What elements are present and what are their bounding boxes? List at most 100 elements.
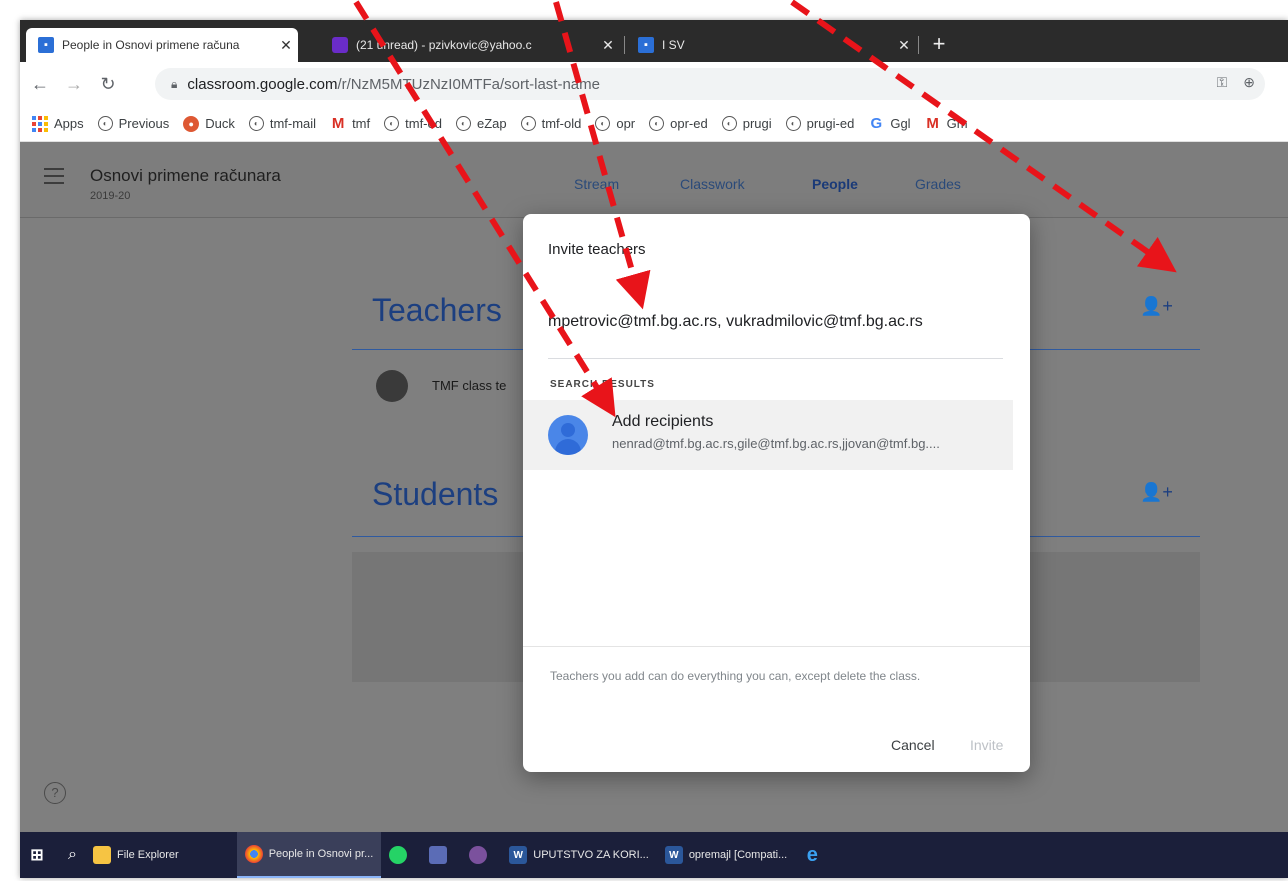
bookmark-label: prugi-ed [806,116,855,131]
search-button[interactable]: ⌕ [60,832,85,878]
input-underline [548,358,1003,359]
class-name[interactable]: Osnovi primene računara [90,166,281,186]
taskbar-word-uputstvo[interactable]: W UPUTSTVO ZA KORI... [501,832,657,878]
invite-students-icon[interactable]: 👤+ [1140,482,1173,503]
globe-icon: ◐ [97,116,113,131]
bookmark-prugi-ed[interactable]: ◐ prugi-ed [785,116,855,131]
bookmark-opr-ed[interactable]: ◐ opr-ed [649,116,708,131]
back-arrow-icon[interactable]: ← [26,70,54,98]
globe-icon: ◐ [520,116,536,131]
students-heading: Students [372,476,499,512]
bookmark-label: Ggl [890,116,911,131]
search-results-label: SEARCH RESULTS [550,379,655,390]
result-emails: nenrad@tmf.bg.ac.rs,gile@tmf.bg.ac.rs,jj… [612,436,940,451]
tab-separator [918,36,919,54]
taskbar-file-explorer[interactable]: File Explorer [85,832,187,878]
globe-icon: ◐ [721,116,737,131]
class-section: 2019-20 [90,190,131,202]
taskbar-label: opremajl [Compati... [688,849,788,861]
bookmark-tmf[interactable]: Mtmf [330,115,370,132]
taskbar-edge[interactable]: e [795,832,835,878]
gmail-icon: M [331,115,345,132]
apps-grid-icon [32,115,48,132]
bookmark-duck[interactable]: ● Duck [183,115,235,132]
bookmark-label: tmf-mail [269,116,317,131]
globe-icon: ◐ [595,116,611,131]
address-bar[interactable]: 🔒︎ classroom.google.com/r/NzM5MTUzNzI0MT… [155,68,1265,100]
bookmark-opr[interactable]: ◐ opr [595,116,635,131]
close-tab-icon[interactable]: ✕ [892,37,916,54]
tab-isv[interactable]: ▪ I SV ✕ [626,28,916,62]
key-icon[interactable]: ⚿ [1217,74,1228,91]
classroom-icon: ▪ [638,37,654,53]
bookmark-label: prugi [742,116,772,131]
tab-grades[interactable]: Grades [915,176,961,192]
screenshot-frame: ▪ People in Osnovi primene računa ✕ (21 … [20,20,1288,878]
windows-logo-icon: ⊞ [30,847,44,864]
bookmark-ggl[interactable]: G Ggl [868,115,911,132]
dialog-note: Teachers you add can do everything you c… [550,669,921,683]
gmail-icon: M [926,115,939,132]
recipients-input[interactable] [548,308,1004,336]
bookmark-previous[interactable]: ◐ Previous [97,116,169,131]
url-host: classroom.google.com [187,75,338,93]
tab-stream[interactable]: Stream [574,176,619,192]
avatar [376,370,408,402]
zoom-icon[interactable]: ⊕ [1243,74,1255,91]
bookmark-label: eZap [476,116,507,131]
viber-icon [469,846,488,864]
tab-title: (21 unread) - pzivkovic@yahoo.c [356,38,532,52]
invite-button[interactable]: Invite [970,737,1003,753]
tab-separator [624,36,625,54]
globe-icon: ◐ [384,116,400,131]
bookmark-tmf-mail[interactable]: ◐ tmf-mail [248,116,317,131]
help-icon[interactable]: ? [44,782,66,804]
folder-icon [92,846,111,864]
new-tab-button[interactable]: + [924,30,954,58]
bookmark-tmf-old[interactable]: ◐ tmf-old [520,116,581,131]
duckduckgo-icon: ● [183,115,200,132]
bookmark-label: Gm [946,116,968,131]
taskbar-whatsapp[interactable] [381,832,421,878]
bookmark-label: opr-ed [670,116,708,131]
tab-people[interactable]: ▪ People in Osnovi primene računa ✕ [26,28,298,62]
globe-icon: ◐ [455,116,471,131]
whatsapp-icon [389,846,408,864]
bookmark-apps[interactable]: Apps [32,115,84,132]
tab-people[interactable]: People [812,176,858,192]
dialog-title: Invite teachers [548,241,646,258]
invite-teachers-icon[interactable]: 👤+ [1140,296,1173,317]
forward-arrow-icon[interactable]: → [60,70,88,98]
person-avatar-icon [548,415,588,455]
hamburger-menu-icon[interactable] [44,168,64,184]
taskbar-chrome[interactable]: People in Osnovi pr... [236,832,382,878]
taskbar-store[interactable] [421,832,461,878]
teacher-name: TMF class te [432,378,507,393]
taskbar-viber[interactable] [461,832,501,878]
close-tab-icon[interactable]: ✕ [274,37,298,54]
bookmark-prugi[interactable]: ◐ prugi [721,116,772,131]
cancel-button[interactable]: Cancel [891,737,935,753]
chrome-icon [244,845,263,863]
classroom-icon: ▪ [38,37,54,53]
bookmark-tmf-ed[interactable]: ◐ tmf-ed [384,116,442,131]
globe-icon: ◐ [248,116,264,131]
start-button[interactable]: ⊞ [20,832,60,878]
yahoo-mail-icon [332,37,348,53]
footer-divider [523,646,1030,647]
store-icon [429,846,448,864]
tab-yahoo-mail[interactable]: (21 unread) - pzivkovic@yahoo.c ✕ [320,28,620,62]
bookmark-ezap[interactable]: ◐ eZap [455,116,507,131]
lock-icon: 🔒︎ [171,76,178,91]
taskbar-word-opremajl[interactable]: Wopremajl [Compati... [657,832,795,878]
bookmark-label: Apps [54,116,84,131]
search-result-add-recipients[interactable]: Add recipients nenrad@tmf.bg.ac.rs,gile@… [523,400,1013,470]
close-tab-icon[interactable]: ✕ [596,37,620,54]
google-icon: G [870,115,883,132]
reload-icon[interactable]: ↻ [94,70,122,98]
taskbar-label: UPUTSTVO ZA KORI... [533,849,649,861]
bookmark-gm[interactable]: M Gm [925,115,968,132]
bookmark-label: tmf-ed [405,116,442,131]
tab-classwork[interactable]: Classwork [680,176,745,192]
bookmark-label: opr [616,116,636,131]
